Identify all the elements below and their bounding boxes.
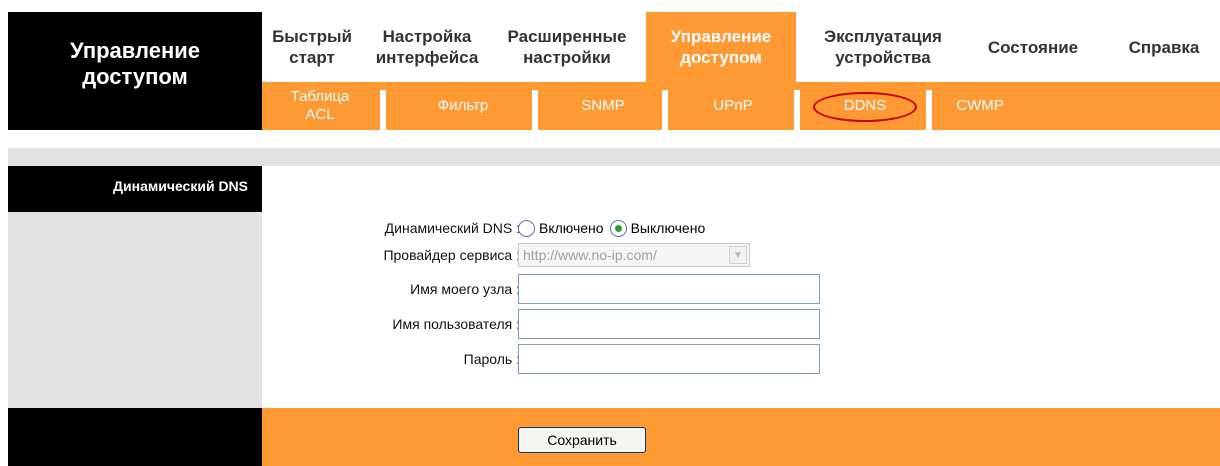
tab-label-line1: Состояние [987, 37, 1079, 57]
tab-label-line2: старт [289, 48, 335, 67]
tab-help[interactable]: Справка [1108, 12, 1220, 82]
tab-label-line2: интерфейса [375, 48, 479, 67]
sub-navigation: Таблица ACL Фильтр SNMP UPnP DDNS CWMP [262, 82, 1220, 130]
tab-advanced-setup[interactable]: Расширенные настройки [492, 12, 642, 82]
subtab-cwmp[interactable]: CWMP [930, 86, 1030, 126]
subtab-label-line1: Таблица [290, 88, 350, 105]
radio-enabled-label: Включено [539, 220, 604, 236]
top-navigation: Быстрый старт Настройка интерфейса Расшире… [262, 12, 1220, 82]
separator-bar [8, 148, 1220, 166]
provider-select[interactable]: http://www.no-ip.com/ ▼ [518, 243, 750, 267]
radio-disabled[interactable] [609, 219, 627, 237]
password-label: Пароль : [463, 351, 520, 367]
tab-label-line1: Справка [1128, 37, 1200, 57]
brand-line-1: Управление [69, 38, 200, 63]
provider-row: Провайдер сервиса : http://www.no-ip.com… [262, 240, 1220, 270]
username-control [518, 309, 820, 339]
ddns-radio-group: Включено Выключено [518, 219, 711, 237]
radio-enabled[interactable] [518, 219, 535, 237]
username-input[interactable] [518, 309, 820, 339]
username-label: Имя пользователя : [392, 316, 520, 332]
tab-label-line1: Эксплуатация [824, 27, 942, 46]
subnav-divider [380, 90, 386, 130]
radio-disabled-label: Выключено [630, 220, 706, 236]
tab-interface-setup[interactable]: Настройка интерфейса [362, 12, 492, 82]
tab-label-line2: настройки [523, 48, 611, 67]
subtab-upnp[interactable]: UPnP [668, 86, 798, 126]
username-row: Имя пользователя : [262, 309, 1220, 339]
tab-label-line2: доступом [680, 48, 762, 67]
provider-selected-value: http://www.no-ip.com/ [523, 247, 657, 263]
tab-label-line2: устройства [835, 48, 931, 67]
tab-label-line1: Управление [670, 27, 772, 46]
password-control [518, 344, 820, 374]
footer-bar: Сохранить [262, 408, 1220, 466]
ddns-enable-row: Динамический DNS : Включено Выключено [262, 213, 1220, 243]
ddns-enable-label: Динамический DNS : [384, 220, 520, 236]
subtab-snmp[interactable]: SNMP [538, 86, 668, 126]
ddns-form: Динамический DNS : Включено Выключено Пр… [262, 212, 1220, 408]
left-column [8, 212, 262, 408]
tab-quick-start[interactable]: Быстрый старт [262, 12, 362, 82]
tab-label-line1: Быстрый [272, 27, 352, 46]
brand-line-2: доступом [82, 64, 188, 89]
subtab-acl[interactable]: Таблица ACL [270, 86, 370, 126]
hostname-control [518, 274, 820, 304]
hostname-label: Имя моего узла : [410, 281, 520, 297]
password-row: Пароль : [262, 344, 1220, 374]
save-button[interactable]: Сохранить [518, 427, 646, 453]
section-title: Динамический DNS [8, 166, 262, 212]
subtab-label-line2: ACL [305, 106, 335, 123]
footer-left-block [8, 408, 262, 466]
tab-status[interactable]: Состояние [958, 12, 1108, 82]
tab-label-line1: Настройка [382, 27, 472, 46]
provider-control: http://www.no-ip.com/ ▼ [518, 243, 750, 267]
password-input[interactable] [518, 344, 820, 374]
chevron-down-icon[interactable]: ▼ [729, 246, 747, 264]
provider-label: Провайдер сервиса : [383, 247, 520, 263]
page-brand-title: Управление доступом [8, 12, 262, 130]
hostname-input[interactable] [518, 274, 820, 304]
subtab-ddns[interactable]: DDNS [800, 86, 930, 126]
tab-label-line1: Расширенные [507, 27, 627, 46]
hostname-row: Имя моего узла : [262, 274, 1220, 304]
tab-maintenance[interactable]: Эксплуатация устройства [808, 12, 958, 82]
subtab-filter[interactable]: Фильтр [388, 86, 538, 126]
tab-access-management[interactable]: Управление доступом [646, 12, 796, 82]
